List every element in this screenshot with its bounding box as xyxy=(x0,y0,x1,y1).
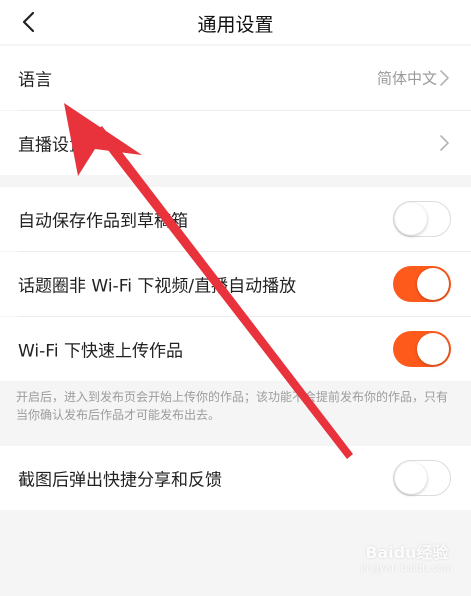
auto-save-label: 自动保存作品到草稿箱 xyxy=(18,211,188,232)
live-settings-label: 直播设置 xyxy=(18,135,86,156)
watermark-subtext: jingyan.baidu.com xyxy=(360,563,453,574)
auto-save-toggle[interactable] xyxy=(393,201,451,237)
toggle-knob xyxy=(417,268,449,300)
screenshot-share-row: 截图后弹出快捷分享和反馈 xyxy=(0,446,471,510)
watermark-logo: Baidu经验 jingyan.baidu.com xyxy=(361,539,453,574)
fast-upload-note: 开启后，进入到发布页会开始上传你的作品；该功能不会提前发布你的作品，只有当你确认… xyxy=(16,390,449,422)
language-value: 简体中文 xyxy=(376,69,437,88)
toggle-knob xyxy=(395,203,427,235)
toggle-knob xyxy=(417,333,449,365)
screenshot-share-toggle[interactable] xyxy=(393,460,451,496)
language-row[interactable]: 语言 简体中文 xyxy=(0,46,471,110)
chevron-right-icon xyxy=(440,135,449,151)
fast-upload-toggle[interactable] xyxy=(393,331,451,367)
auto-play-label: 话题圈非 Wi-Fi 下视频/直播自动播放 xyxy=(18,276,297,297)
auto-save-row: 自动保存作品到草稿箱 xyxy=(0,187,471,251)
screenshot-share-label: 截图后弹出快捷分享和反馈 xyxy=(18,470,222,491)
fast-upload-row: Wi-Fi 下快速上传作品 xyxy=(0,317,471,381)
watermark-text: Baidu经验 xyxy=(365,543,449,562)
auto-play-toggle[interactable] xyxy=(393,266,451,302)
toggle-knob xyxy=(395,462,427,494)
fast-upload-label: Wi-Fi 下快速上传作品 xyxy=(18,341,183,362)
page-title: 通用设置 xyxy=(197,14,274,36)
chevron-right-icon xyxy=(440,70,449,86)
top-nav: 通用设置 xyxy=(0,0,471,44)
live-settings-row[interactable]: 直播设置 xyxy=(0,111,471,175)
auto-play-row: 话题圈非 Wi-Fi 下视频/直播自动播放 xyxy=(0,252,471,316)
language-label: 语言 xyxy=(18,70,52,91)
